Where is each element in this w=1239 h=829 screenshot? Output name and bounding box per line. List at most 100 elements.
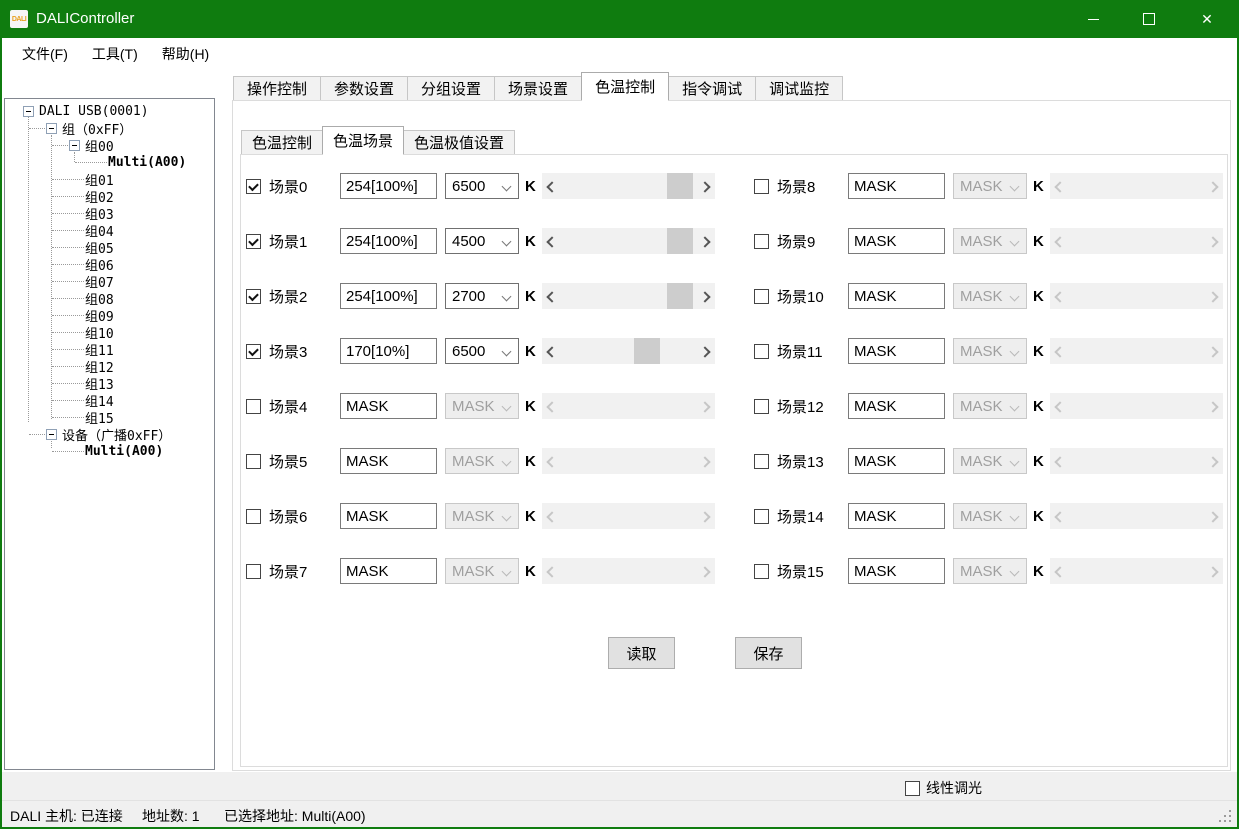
scene-level-input-15[interactable] bbox=[848, 558, 945, 584]
scene-temp-dropdown-11[interactable]: MASK bbox=[953, 338, 1027, 364]
scene-checkbox-11[interactable] bbox=[754, 344, 769, 359]
scroll-right-arrow[interactable] bbox=[698, 338, 715, 364]
linear-dimming-checkbox[interactable] bbox=[905, 781, 920, 796]
maximize-button[interactable] bbox=[1121, 0, 1177, 38]
scene-temp-scrollbar-0[interactable] bbox=[542, 173, 715, 199]
scene-level-input-6[interactable] bbox=[340, 503, 437, 529]
scene-level-input-2[interactable] bbox=[340, 283, 437, 309]
tree-item-18[interactable]: 组15 bbox=[5, 409, 214, 426]
scene-level-input-11[interactable] bbox=[848, 338, 945, 364]
scene-checkbox-2[interactable] bbox=[246, 289, 261, 304]
menu-item-2[interactable]: 帮助(H) bbox=[150, 39, 221, 69]
scene-checkbox-5[interactable] bbox=[246, 454, 261, 469]
menu-item-1[interactable]: 工具(T) bbox=[80, 39, 150, 69]
tree-item-15[interactable]: 组12 bbox=[5, 358, 214, 375]
scene-temp-dropdown-9[interactable]: MASK bbox=[953, 228, 1027, 254]
scene-level-input-1[interactable] bbox=[340, 228, 437, 254]
tree-item-4[interactable]: 组01 bbox=[5, 171, 214, 188]
scene-checkbox-14[interactable] bbox=[754, 509, 769, 524]
scrollbar-thumb[interactable] bbox=[667, 283, 693, 309]
close-button[interactable]: ✕ bbox=[1179, 0, 1235, 38]
scene-checkbox-7[interactable] bbox=[246, 564, 261, 579]
tree-item-1[interactable]: 组（0xFF） bbox=[5, 120, 214, 137]
tree-item-11[interactable]: 组08 bbox=[5, 290, 214, 307]
menu-item-0[interactable]: 文件(F) bbox=[10, 39, 80, 69]
tree-item-16[interactable]: 组13 bbox=[5, 375, 214, 392]
scene-temp-scrollbar-2[interactable] bbox=[542, 283, 715, 309]
scene-checkbox-3[interactable] bbox=[246, 344, 261, 359]
resize-grip-icon[interactable] bbox=[1229, 820, 1231, 822]
tree-collapse-icon[interactable] bbox=[69, 140, 80, 151]
scene-temp-dropdown-8[interactable]: MASK bbox=[953, 173, 1027, 199]
tree-item-12[interactable]: 组09 bbox=[5, 307, 214, 324]
scene-temp-scrollbar-3[interactable] bbox=[542, 338, 715, 364]
scene-temp-dropdown-6[interactable]: MASK bbox=[445, 503, 519, 529]
scene-temp-dropdown-7[interactable]: MASK bbox=[445, 558, 519, 584]
scene-level-input-13[interactable] bbox=[848, 448, 945, 474]
tree-collapse-icon[interactable] bbox=[23, 106, 34, 117]
tree-item-7[interactable]: 组04 bbox=[5, 222, 214, 239]
tree-item-5[interactable]: 组02 bbox=[5, 188, 214, 205]
scene-temp-dropdown-15[interactable]: MASK bbox=[953, 558, 1027, 584]
main-tab-1[interactable]: 参数设置 bbox=[320, 76, 408, 100]
scene-temp-dropdown-4[interactable]: MASK bbox=[445, 393, 519, 419]
scroll-left-arrow[interactable] bbox=[542, 228, 559, 254]
scene-temp-dropdown-5[interactable]: MASK bbox=[445, 448, 519, 474]
scene-temp-dropdown-12[interactable]: MASK bbox=[953, 393, 1027, 419]
scroll-left-arrow[interactable] bbox=[542, 173, 559, 199]
main-tab-2[interactable]: 分组设置 bbox=[407, 76, 495, 100]
scene-level-input-4[interactable] bbox=[340, 393, 437, 419]
scene-level-input-8[interactable] bbox=[848, 173, 945, 199]
main-tab-5[interactable]: 指令调试 bbox=[668, 76, 756, 100]
minimize-button[interactable] bbox=[1065, 0, 1121, 38]
scene-checkbox-9[interactable] bbox=[754, 234, 769, 249]
scroll-right-arrow[interactable] bbox=[698, 283, 715, 309]
scene-checkbox-15[interactable] bbox=[754, 564, 769, 579]
scene-checkbox-12[interactable] bbox=[754, 399, 769, 414]
scrollbar-thumb[interactable] bbox=[634, 338, 660, 364]
scene-temp-dropdown-3[interactable]: 6500 bbox=[445, 338, 519, 364]
tree-collapse-icon[interactable] bbox=[46, 429, 57, 440]
tree-item-9[interactable]: 组06 bbox=[5, 256, 214, 273]
scene-temp-scrollbar-1[interactable] bbox=[542, 228, 715, 254]
scroll-right-arrow[interactable] bbox=[698, 228, 715, 254]
tree-item-13[interactable]: 组10 bbox=[5, 324, 214, 341]
scroll-left-arrow[interactable] bbox=[542, 283, 559, 309]
scene-level-input-10[interactable] bbox=[848, 283, 945, 309]
scene-temp-dropdown-10[interactable]: MASK bbox=[953, 283, 1027, 309]
tree-item-10[interactable]: 组07 bbox=[5, 273, 214, 290]
scroll-left-arrow[interactable] bbox=[542, 338, 559, 364]
scene-checkbox-6[interactable] bbox=[246, 509, 261, 524]
scene-level-input-3[interactable] bbox=[340, 338, 437, 364]
scene-level-input-9[interactable] bbox=[848, 228, 945, 254]
main-tab-0[interactable]: 操作控制 bbox=[233, 76, 321, 100]
scene-checkbox-4[interactable] bbox=[246, 399, 261, 414]
tree-item-3[interactable]: Multi(A00) bbox=[5, 154, 214, 171]
save-button[interactable]: 保存 bbox=[735, 637, 802, 669]
scene-level-input-0[interactable] bbox=[340, 173, 437, 199]
tree-item-0[interactable]: DALI USB(0001) bbox=[5, 103, 214, 120]
tree-item-6[interactable]: 组03 bbox=[5, 205, 214, 222]
tree-item-8[interactable]: 组05 bbox=[5, 239, 214, 256]
main-tab-6[interactable]: 调试监控 bbox=[755, 76, 843, 100]
tree-item-14[interactable]: 组11 bbox=[5, 341, 214, 358]
sub-tab-1[interactable]: 色温场景 bbox=[322, 126, 404, 155]
scene-temp-dropdown-0[interactable]: 6500 bbox=[445, 173, 519, 199]
scene-temp-dropdown-2[interactable]: 2700 bbox=[445, 283, 519, 309]
scene-checkbox-10[interactable] bbox=[754, 289, 769, 304]
scene-temp-dropdown-1[interactable]: 4500 bbox=[445, 228, 519, 254]
tree-item-2[interactable]: 组00 bbox=[5, 137, 214, 154]
scene-checkbox-1[interactable] bbox=[246, 234, 261, 249]
read-button[interactable]: 读取 bbox=[608, 637, 675, 669]
scene-level-input-5[interactable] bbox=[340, 448, 437, 474]
scene-temp-dropdown-14[interactable]: MASK bbox=[953, 503, 1027, 529]
tree-item-17[interactable]: 组14 bbox=[5, 392, 214, 409]
tree-collapse-icon[interactable] bbox=[46, 123, 57, 134]
scrollbar-thumb[interactable] bbox=[667, 228, 693, 254]
scrollbar-thumb[interactable] bbox=[667, 173, 693, 199]
scene-level-input-14[interactable] bbox=[848, 503, 945, 529]
sub-tab-0[interactable]: 色温控制 bbox=[241, 130, 323, 154]
sub-tab-2[interactable]: 色温极值设置 bbox=[403, 130, 515, 154]
scene-checkbox-8[interactable] bbox=[754, 179, 769, 194]
scroll-right-arrow[interactable] bbox=[698, 173, 715, 199]
